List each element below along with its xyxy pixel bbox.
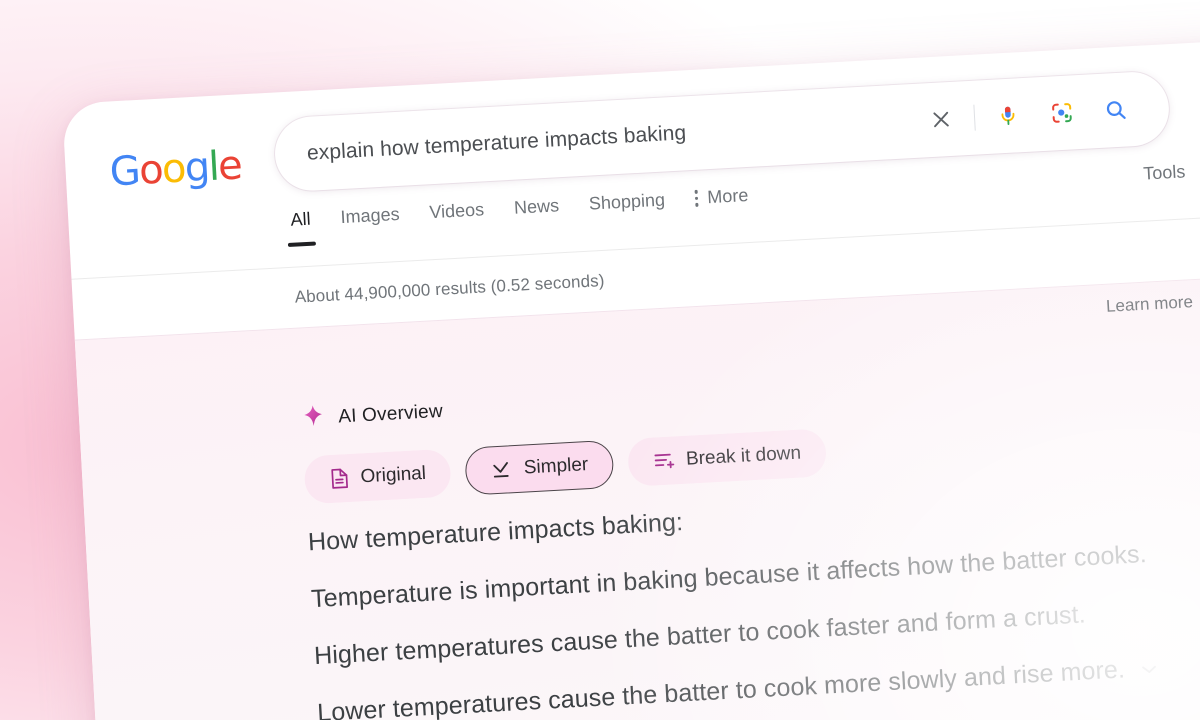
page-background: Google explain how temperature impacts b… [0,0,1200,720]
tab-all[interactable]: All [290,209,312,247]
mode-original-label: Original [360,462,427,488]
tab-more[interactable]: More [694,185,749,225]
learn-more-label: Learn more [1105,292,1194,316]
close-icon[interactable] [913,98,969,141]
mode-break-it-down-label: Break it down [685,442,802,470]
learn-more-button[interactable]: Learn more [1106,291,1200,317]
sparkle-icon [301,403,327,433]
google-search-page: Google explain how temperature impacts b… [62,37,1200,720]
ai-overview-panel: Learn more AI Overview Original Simpler … [74,273,1200,720]
tab-videos[interactable]: Videos [429,199,486,239]
chevron-down-icon[interactable] [1138,656,1159,682]
google-logo[interactable]: Google [109,142,243,195]
microphone-icon[interactable] [980,94,1036,137]
logo-letter-g: G [108,147,141,196]
search-bar-actions [913,87,1170,141]
results-count: About 44,900,000 results (0.52 seconds) [294,270,605,307]
tab-news[interactable]: News [513,195,560,234]
action-divider [973,104,976,131]
ai-overview-title: AI Overview [337,400,444,427]
mode-break-it-down-button[interactable]: Break it down [626,428,828,487]
logo-letter-e: e [216,142,243,190]
document-icon [329,467,350,490]
tab-more-label: More [706,185,749,208]
mode-simpler-label: Simpler [523,454,589,479]
logo-letter-o1: o [137,146,164,194]
logo-letter-o2: o [160,145,187,193]
search-input[interactable]: explain how temperature impacts baking [274,109,914,168]
tab-images[interactable]: Images [340,204,401,244]
ai-overview-modes: Original Simpler Break it down [303,428,828,505]
simplify-check-icon [490,459,513,480]
mode-simpler-button[interactable]: Simpler [464,439,615,496]
paragraph-1-text: Temperature is important in baking becau… [310,540,1148,614]
list-plus-icon [653,450,676,471]
logo-letter-g2: g [183,144,210,192]
mode-original-button[interactable]: Original [303,448,453,505]
google-lens-icon[interactable] [1034,92,1090,135]
paragraph-3-text: Lower temperatures cause the batter to c… [316,655,1126,720]
tab-shopping[interactable]: Shopping [588,190,666,231]
ai-overview-body: How temperature impacts baking: Temperat… [307,480,1200,720]
paragraph-2-text: Higher temperatures cause the batter to … [313,600,1087,671]
ai-overview-header: AI Overview [301,397,444,434]
search-bar[interactable]: explain how temperature impacts baking [273,70,1171,193]
more-dots-icon [694,189,699,207]
search-icon[interactable] [1088,89,1144,132]
tools-button[interactable]: Tools [1143,161,1186,184]
browser-card-wrapper: Google explain how temperature impacts b… [62,37,1200,720]
